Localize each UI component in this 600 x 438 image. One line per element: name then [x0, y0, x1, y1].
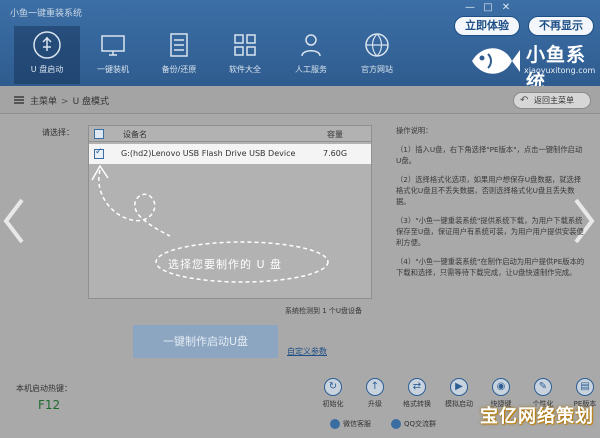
try-now-button[interactable]: 立即体验 — [454, 16, 520, 36]
tool-upgrade[interactable]: ↑ 升级 — [354, 378, 396, 409]
maximize-button[interactable]: □ — [480, 2, 496, 14]
tool-label: 模拟启动 — [445, 400, 473, 408]
custom-params-link[interactable]: 自定义参数 — [287, 346, 327, 357]
minimize-button[interactable]: — — [462, 2, 478, 14]
close-button[interactable]: ✕ — [498, 2, 514, 14]
nav-label: 人工服务 — [295, 65, 327, 74]
breadcrumb-separator: > — [61, 97, 69, 107]
nav-item-backup[interactable]: 备份/还原 — [146, 26, 212, 84]
usb-icon — [33, 31, 61, 59]
nav-label: 官方网站 — [361, 65, 393, 74]
main-nav: U 盘启动 一键装机 备份/还原 软件大全 人工服务 官方网站 — [14, 26, 410, 84]
wechat-label: 微信客服 — [343, 420, 371, 428]
nav-item-software[interactable]: 软件大全 — [212, 26, 278, 84]
nav-item-website[interactable]: 官方网站 — [344, 26, 410, 84]
select-all-checkbox[interactable] — [94, 129, 104, 139]
hotkey-value: F12 — [38, 398, 61, 412]
instructions-heading: 操作说明： — [396, 126, 433, 135]
table-header: 设备名 容量 — [89, 126, 371, 142]
qq-icon — [391, 419, 401, 429]
breadcrumb-bar: 主菜单 >U 盘模式 返回主菜单 — [0, 86, 600, 114]
simulate-icon: ▶ — [450, 378, 468, 396]
tool-simulate-boot[interactable]: ▶ 模拟启动 — [438, 378, 480, 409]
pe-icon: ▤ — [576, 378, 594, 396]
person-icon — [301, 34, 321, 57]
breadcrumb-current: U 盘模式 — [72, 97, 110, 107]
globe-icon — [365, 33, 389, 57]
qq-label: QQ交流群 — [404, 420, 437, 428]
instructions-panel: 操作说明： （1）插入U盘，右下角选择"PE版本"，点击一键制作启动U盘。 （2… — [396, 125, 586, 286]
tool-label: 初始化 — [322, 400, 344, 408]
convert-icon: ⇄ — [408, 378, 426, 396]
tool-label: 升级 — [368, 400, 382, 408]
nav-item-usb-boot[interactable]: U 盘启动 — [14, 26, 80, 84]
wechat-service-link[interactable]: 微信客服 — [330, 419, 371, 429]
reset-icon: ↻ — [324, 378, 342, 396]
window-title: 小鱼一键重装系统 — [10, 9, 83, 19]
instruction-item: （3）"小鱼一键重装系统"提供系统下载，为用户下载系统保存至U盘，保证用户有系统… — [396, 216, 584, 247]
brand-logo: 小鱼系统 xiaoyuxitong.com — [468, 38, 600, 93]
nav-label: U 盘启动 — [30, 65, 64, 74]
column-header-name: 设备名 — [123, 130, 147, 139]
make-bootable-usb-button[interactable]: 一键制作启动U盘 — [133, 325, 278, 358]
select-label: 请选择： — [42, 128, 74, 137]
upgrade-icon: ↑ — [366, 378, 384, 396]
mouse-icon: ◉ — [492, 378, 510, 396]
menu-icon — [14, 96, 24, 104]
nav-item-install[interactable]: 一键装机 — [80, 26, 146, 84]
app-window: 小鱼一键重装系统 — □ ✕ U 盘启动 一键装机 备份/还原 软件大全 人工服… — [0, 0, 600, 438]
header-bar: 小鱼一键重装系统 — □ ✕ U 盘启动 一键装机 备份/还原 软件大全 人工服… — [0, 0, 600, 93]
dont-show-button[interactable]: 不再显示 — [528, 16, 594, 36]
tutorial-caption: 选择您要制作的 U 盘 — [168, 258, 283, 271]
tool-label: 格式转换 — [403, 400, 431, 408]
watermark: 宝亿网络策划 — [480, 406, 594, 427]
instruction-item: （2）选择格式化选项，如果用户想保存U盘数据，就选择格式化U盘且不丢失数据，否则… — [396, 175, 582, 206]
breadcrumb: 主菜单 > U 盘模式 — [30, 94, 109, 107]
nav-item-service[interactable]: 人工服务 — [278, 26, 344, 84]
nav-label: 一键装机 — [97, 65, 129, 74]
monitor-icon — [101, 35, 125, 56]
instruction-item: （1）插入U盘，右下角选择"PE版本"，点击一键制作启动U盘。 — [396, 145, 583, 165]
fish-icon — [472, 48, 520, 74]
qq-group-link[interactable]: QQ交流群 — [391, 419, 436, 429]
tool-initialize[interactable]: ↻ 初始化 — [312, 378, 354, 409]
back-to-main-button[interactable]: 返回主菜单 — [513, 92, 591, 109]
footer: 微信客服 QQ交流群 — [330, 419, 436, 429]
hotkey-label: 本机启动热键： — [16, 384, 72, 393]
nav-label: 备份/还原 — [161, 65, 197, 74]
tool-format-convert[interactable]: ⇄ 格式转换 — [396, 378, 438, 409]
logo-url: xiaoyuxitong.com — [524, 66, 596, 75]
wechat-icon — [330, 419, 340, 429]
window-controls: — □ ✕ — [462, 2, 514, 14]
customize-icon: ✎ — [534, 378, 552, 396]
apps-icon — [234, 34, 256, 56]
device-count-status: 系统检测到 1 个U盘设备 — [285, 307, 363, 315]
nav-label: 软件大全 — [229, 65, 261, 74]
header-buttons: 立即体验 不再显示 — [454, 16, 594, 36]
column-header-size: 容量 — [327, 130, 343, 139]
previous-arrow-icon[interactable] — [2, 198, 26, 244]
backup-icon — [170, 33, 188, 57]
instruction-item: （4）"小鱼一键重装系统"在制作启动为用户提供PE版本的下载和选择，只需等待下载… — [396, 257, 585, 277]
breadcrumb-root[interactable]: 主菜单 — [30, 97, 57, 107]
